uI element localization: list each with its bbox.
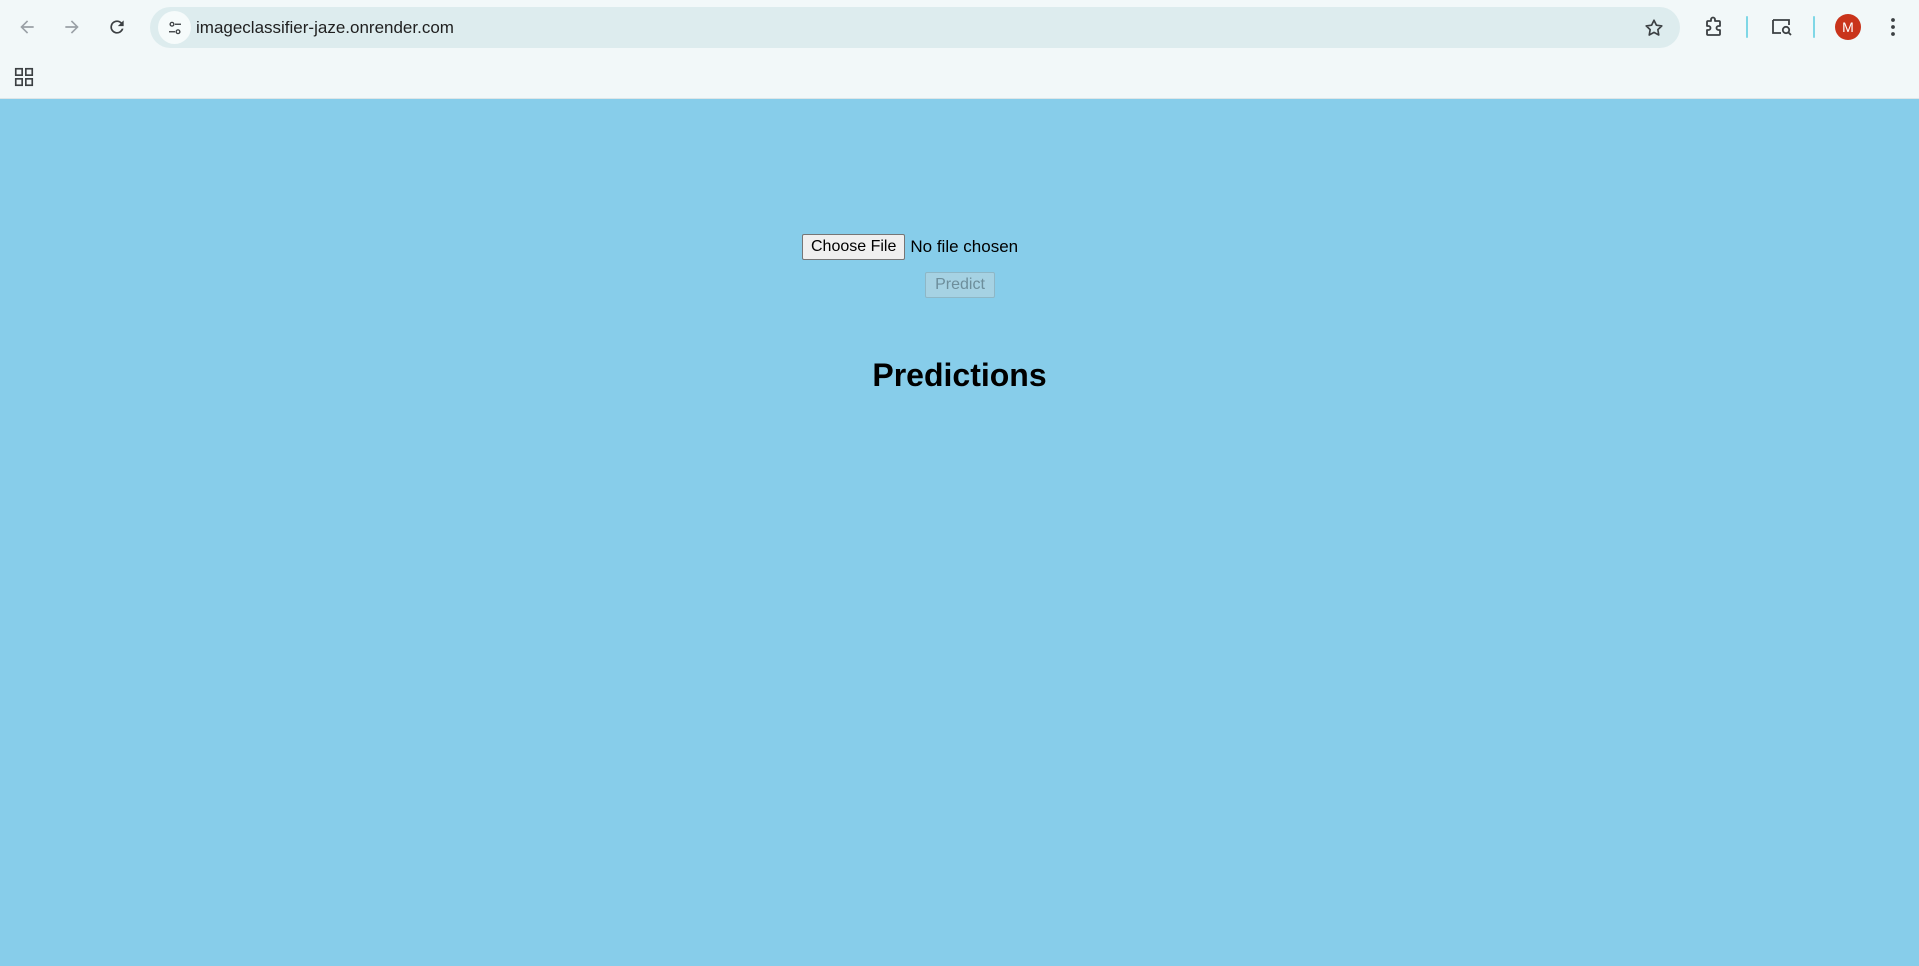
url-text[interactable]: imageclassifier-jaze.onrender.com: [196, 18, 454, 38]
toolbar-separator: [1746, 16, 1748, 38]
apps-grid-icon: [14, 67, 34, 87]
browser-chrome: imageclassifier-jaze.onrender.com M: [0, 0, 1919, 99]
forward-arrow-icon: [65, 20, 79, 34]
back-arrow-icon: [20, 20, 34, 34]
forward-button[interactable]: [54, 9, 90, 45]
kebab-menu-icon: [1891, 18, 1895, 36]
reload-icon: [110, 20, 124, 34]
page-content: Choose File No file chosen Predict Predi…: [0, 99, 1919, 966]
predict-button[interactable]: Predict: [925, 272, 995, 298]
star-icon: [1645, 19, 1663, 36]
file-input[interactable]: Choose File No file chosen: [802, 234, 1018, 260]
reload-button[interactable]: [99, 9, 135, 45]
browser-toolbar: imageclassifier-jaze.onrender.com M: [0, 0, 1919, 54]
site-info-button[interactable]: [158, 11, 191, 44]
address-bar[interactable]: imageclassifier-jaze.onrender.com: [150, 7, 1680, 48]
bookmark-button[interactable]: [1642, 16, 1666, 40]
bookmarks-bar: [0, 54, 1919, 99]
extensions-button[interactable]: [1699, 12, 1729, 42]
search-media-icon: [1772, 19, 1792, 36]
predictions-heading: Predictions: [872, 357, 1047, 393]
apps-button[interactable]: [11, 64, 37, 90]
toolbar-separator: [1813, 16, 1815, 38]
file-status-text: No file chosen: [910, 237, 1019, 256]
media-search-button[interactable]: [1767, 12, 1797, 42]
puzzle-icon: [1706, 16, 1721, 36]
browser-menu-button[interactable]: [1878, 12, 1908, 42]
back-button[interactable]: [9, 9, 45, 45]
choose-file-button[interactable]: Choose File: [802, 234, 906, 260]
profile-avatar[interactable]: M: [1835, 14, 1861, 40]
tune-icon: [168, 21, 181, 34]
